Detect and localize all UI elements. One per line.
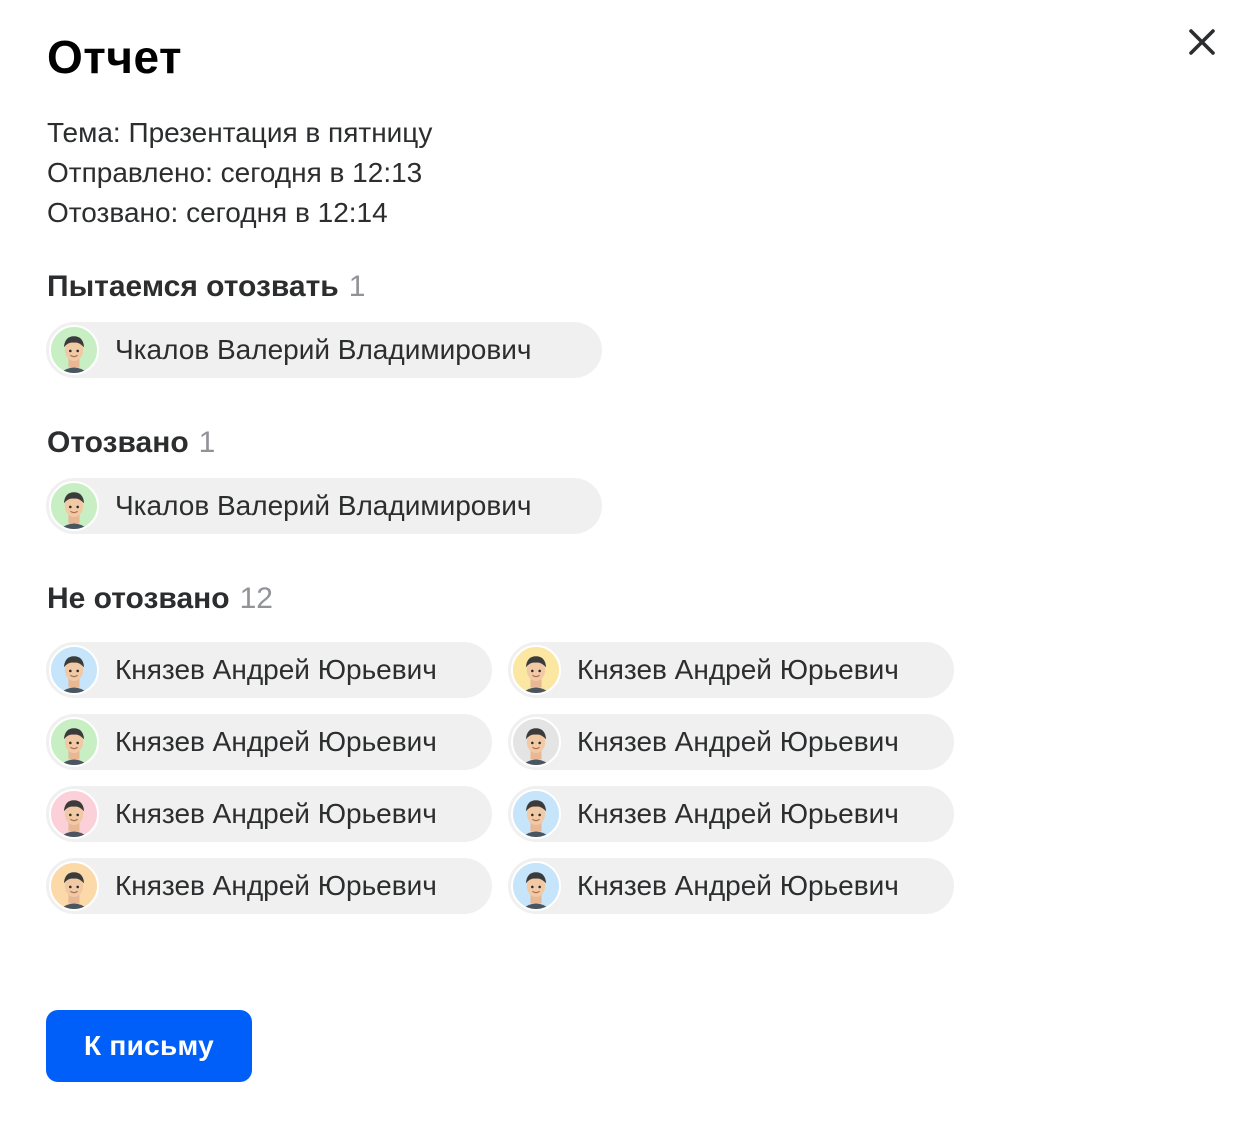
recipient-name: Князев Андрей Юрьевич	[577, 870, 899, 901]
recipient-name: Князев Андрей Юрьевич	[115, 654, 437, 685]
meta-sent: Отправлено: сегодня в 12:13	[47, 157, 423, 188]
avatar-face-icon	[60, 336, 88, 373]
recipient-chip[interactable]: Князев Андрей Юрьевич	[46, 714, 492, 770]
avatar-face-icon	[60, 872, 88, 909]
recipient-chip[interactable]: Чкалов Валерий Владимирович	[46, 322, 602, 378]
avatar	[49, 789, 99, 839]
recipient-chip[interactable]: Князев Андрей Юрьевич	[508, 714, 954, 770]
recipient-chip[interactable]: Князев Андрей Юрьевич	[46, 858, 492, 914]
close-icon[interactable]	[1182, 22, 1222, 62]
recipient-name: Князев Андрей Юрьевич	[115, 798, 437, 829]
meta-subject: Тема: Презентация в пятницу	[47, 117, 433, 148]
recipient-name: Князев Андрей Юрьевич	[115, 870, 437, 901]
report-dialog: Отчет Тема: Презентация в пятницу Отправ…	[0, 0, 1244, 1130]
recipient-chip[interactable]: Князев Андрей Юрьевич	[508, 786, 954, 842]
section-not-recalled-label: Не отозвано	[47, 582, 230, 615]
recipient-name: Князев Андрей Юрьевич	[577, 726, 899, 757]
recipient-name: Чкалов Валерий Владимирович	[115, 490, 532, 521]
recipient-name: Князев Андрей Юрьевич	[577, 654, 899, 685]
section-recalled-title: Отозвано 1	[47, 426, 215, 460]
recipient-name: Князев Андрей Юрьевич	[115, 726, 437, 757]
avatar-face-icon	[522, 728, 550, 765]
recipient-name: Чкалов Валерий Владимирович	[115, 334, 532, 365]
avatar	[49, 645, 99, 695]
avatar-face-icon	[60, 656, 88, 693]
avatar-face-icon	[60, 800, 88, 837]
close-icon-glyph	[1189, 29, 1215, 55]
recipient-chip[interactable]: Князев Андрей Юрьевич	[508, 858, 954, 914]
avatar-face-icon	[522, 872, 550, 909]
section-not-recalled-count: 12	[239, 582, 273, 615]
recipient-chip[interactable]: Чкалов Валерий Владимирович	[46, 478, 602, 534]
avatar	[49, 861, 99, 911]
avatar-face-icon	[522, 800, 550, 837]
report-meta: Тема: Презентация в пятницу Отправлено: …	[47, 113, 432, 233]
avatar	[49, 325, 99, 375]
avatar	[511, 645, 561, 695]
avatar-face-icon	[60, 728, 88, 765]
recipient-chip[interactable]: Князев Андрей Юрьевич	[46, 642, 492, 698]
meta-recalled: Отозвано: сегодня в 12:14	[47, 197, 388, 228]
section-trying-count: 1	[348, 270, 366, 303]
avatar-face-icon	[60, 492, 88, 529]
dialog-title: Отчет	[47, 31, 183, 83]
section-not-recalled-title: Не отозвано 12	[47, 582, 273, 616]
recipient-chip[interactable]: Князев Андрей Юрьевич	[46, 786, 492, 842]
avatar	[511, 861, 561, 911]
section-trying-label: Пытаемся отозвать	[47, 270, 339, 303]
section-recalled-count: 1	[198, 426, 216, 459]
recipient-name: Князев Андрей Юрьевич	[577, 798, 899, 829]
section-trying-title: Пытаемся отозвать 1	[47, 270, 365, 304]
avatar	[511, 717, 561, 767]
avatar-face-icon	[522, 656, 550, 693]
avatar	[511, 789, 561, 839]
to-letter-button[interactable]: К письму	[46, 1010, 252, 1082]
recipient-chip[interactable]: Князев Андрей Юрьевич	[508, 642, 954, 698]
avatar	[49, 717, 99, 767]
section-recalled-label: Отозвано	[47, 426, 189, 459]
avatar	[49, 481, 99, 531]
